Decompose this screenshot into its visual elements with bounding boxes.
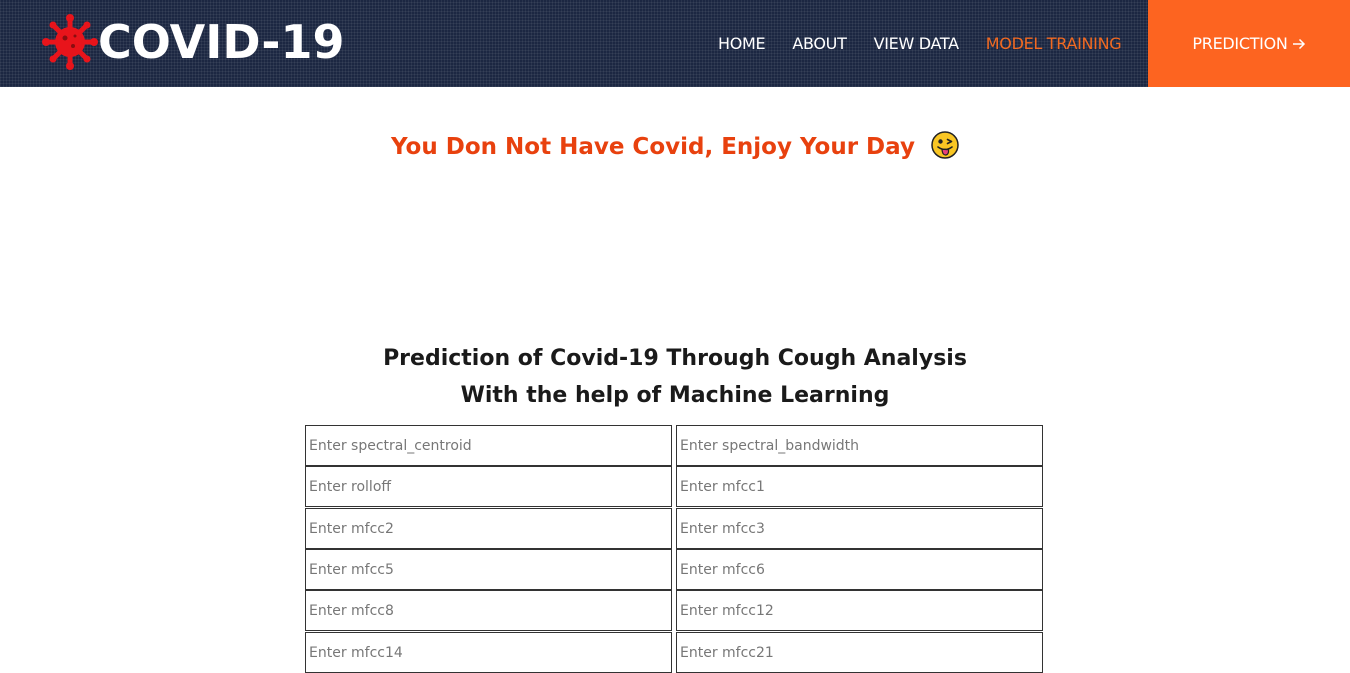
nav-home-link[interactable]: HOME	[718, 34, 766, 53]
top-navbar: COVID-19 HOME ABOUT VIEW DATA MODEL TRAI…	[0, 0, 1350, 87]
mfcc14-input[interactable]	[305, 632, 672, 673]
spectral-centroid-input[interactable]	[305, 425, 672, 466]
logo[interactable]: COVID-19	[42, 12, 345, 72]
main-nav: HOME ABOUT VIEW DATA MODEL TRAINING	[718, 0, 1148, 87]
prediction-button[interactable]: PREDICTION	[1148, 0, 1350, 87]
mfcc21-input[interactable]	[676, 632, 1043, 673]
mfcc3-input[interactable]	[676, 508, 1043, 549]
spectral-bandwidth-input[interactable]	[676, 425, 1043, 466]
mfcc5-input[interactable]	[305, 549, 672, 590]
nav-about-link[interactable]: ABOUT	[792, 34, 847, 53]
heading-line-2: With the help of Machine Learning	[460, 383, 890, 408]
mfcc8-input[interactable]	[305, 590, 672, 631]
mfcc6-input[interactable]	[676, 549, 1043, 590]
heading-line-1: Prediction of Covid-19 Through Cough Ana…	[383, 346, 967, 371]
arrow-right-icon	[1292, 38, 1305, 49]
nav-model-training-link[interactable]: MODEL TRAINING	[986, 34, 1122, 53]
page-heading: Prediction of Covid-19 Through Cough Ana…	[0, 340, 1350, 414]
mfcc2-input[interactable]	[305, 508, 672, 549]
rolloff-input[interactable]	[305, 466, 672, 507]
prediction-result: You Don Not Have Covid, Enjoy Your Day	[0, 130, 1350, 164]
nav-view-data-link[interactable]: VIEW DATA	[874, 34, 960, 53]
prediction-button-label: PREDICTION	[1192, 34, 1288, 53]
mfcc1-input[interactable]	[676, 466, 1043, 507]
result-message: You Don Not Have Covid, Enjoy Your Day	[391, 134, 915, 160]
virus-icon	[42, 14, 98, 70]
winking-face-with-tongue-icon	[931, 131, 959, 159]
logo-text: COVID-19	[98, 15, 345, 69]
mfcc12-input[interactable]	[676, 590, 1043, 631]
